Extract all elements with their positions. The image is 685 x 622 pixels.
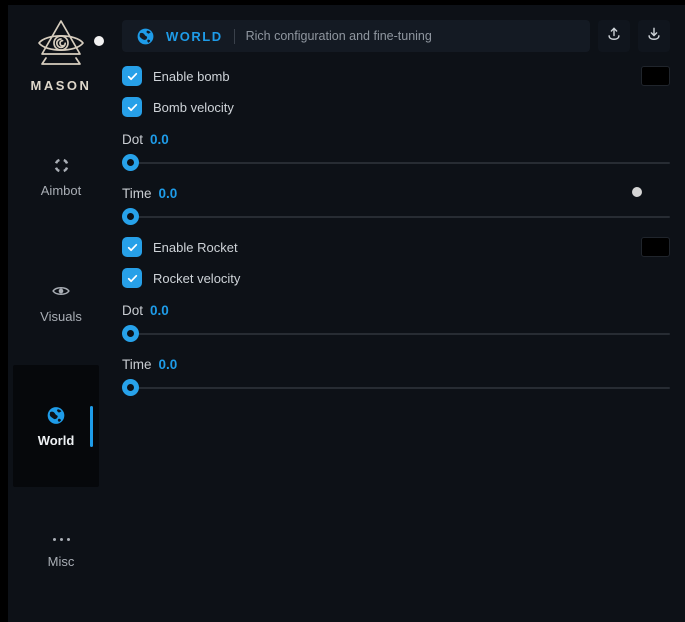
download-config-button[interactable] xyxy=(638,20,670,52)
rocket-dot-slider-group: Dot 0.0 xyxy=(122,302,670,342)
bomb-velocity-checkbox[interactable] xyxy=(122,97,142,117)
header-divider xyxy=(234,29,235,44)
bomb-time-slider[interactable] xyxy=(122,208,670,225)
enable-bomb-checkbox[interactable] xyxy=(122,66,142,86)
bomb-time-slider-group: Time 0.0 xyxy=(122,185,670,225)
main-content: WORLD Rich configuration and fine-tuning xyxy=(122,20,685,396)
slider-knob[interactable] xyxy=(122,154,139,171)
rocket-color-swatch[interactable] xyxy=(641,237,670,257)
page-header-bar: WORLD Rich configuration and fine-tuning xyxy=(122,20,590,52)
active-tab-indicator xyxy=(90,406,93,447)
enable-bomb-row: Enable bomb xyxy=(122,66,670,86)
globe-icon xyxy=(136,27,155,46)
rocket-time-label: Time xyxy=(122,357,152,372)
sidebar-item-label: Misc xyxy=(48,554,75,569)
page-subtitle: Rich configuration and fine-tuning xyxy=(246,29,432,43)
sidebar-item-label: Visuals xyxy=(40,309,82,324)
bomb-dot-value: 0.0 xyxy=(150,132,169,147)
enable-rocket-row: Enable Rocket xyxy=(122,237,670,257)
rocket-velocity-label: Rocket velocity xyxy=(153,271,240,286)
slider-track[interactable] xyxy=(122,387,670,389)
app-window: MASON Aimbot Visuals xyxy=(8,5,685,622)
slider-knob[interactable] xyxy=(122,379,139,396)
bomb-time-label: Time xyxy=(122,186,152,201)
rocket-dot-slider[interactable] xyxy=(122,325,670,342)
rocket-time-value: 0.0 xyxy=(159,357,178,372)
bomb-dot-slider[interactable] xyxy=(122,154,670,171)
bomb-time-value: 0.0 xyxy=(159,186,178,201)
enable-bomb-label: Enable bomb xyxy=(153,69,230,84)
upload-config-button[interactable] xyxy=(598,20,630,52)
download-icon xyxy=(645,25,663,48)
page-title: WORLD xyxy=(166,29,223,44)
slider-knob[interactable] xyxy=(122,325,139,342)
slider-track[interactable] xyxy=(122,162,670,164)
slider-track[interactable] xyxy=(122,333,670,335)
enable-rocket-label: Enable Rocket xyxy=(153,240,238,255)
rocket-velocity-checkbox[interactable] xyxy=(122,268,142,288)
crosshair-icon xyxy=(51,155,71,175)
sidebar-item-world-content: World xyxy=(13,405,99,448)
page-header: WORLD Rich configuration and fine-tuning xyxy=(122,20,670,52)
cursor-dot xyxy=(632,187,642,197)
brand-name: MASON xyxy=(8,78,114,93)
sidebar-item-label: Aimbot xyxy=(41,183,81,198)
rocket-time-slider-group: Time 0.0 xyxy=(122,356,670,396)
eye-icon xyxy=(51,281,71,301)
sidebar-item-aimbot[interactable]: Aimbot xyxy=(8,155,114,198)
sidebar-item-world-selected[interactable]: World xyxy=(13,365,99,487)
bomb-dot-slider-group: Dot 0.0 xyxy=(122,131,670,171)
ellipsis-icon xyxy=(51,532,71,546)
slider-track[interactable] xyxy=(122,216,670,218)
cursor-dot xyxy=(94,36,104,46)
bomb-velocity-label: Bomb velocity xyxy=(153,100,234,115)
bomb-color-swatch[interactable] xyxy=(641,66,670,86)
rocket-time-slider[interactable] xyxy=(122,379,670,396)
globe-icon xyxy=(46,405,66,425)
bomb-velocity-row: Bomb velocity xyxy=(122,97,670,117)
app-logo: MASON xyxy=(8,18,114,93)
upload-icon xyxy=(605,25,623,48)
sidebar: MASON Aimbot Visuals xyxy=(8,5,114,622)
sidebar-item-label: World xyxy=(38,433,75,448)
rocket-velocity-row: Rocket velocity xyxy=(122,268,670,288)
sidebar-item-visuals[interactable]: Visuals xyxy=(8,281,114,324)
enable-rocket-checkbox[interactable] xyxy=(122,237,142,257)
rocket-dot-label: Dot xyxy=(122,303,143,318)
sidebar-item-misc[interactable]: Misc xyxy=(8,532,114,569)
bomb-dot-label: Dot xyxy=(122,132,143,147)
mason-eye-pyramid-icon xyxy=(32,57,90,74)
rocket-dot-value: 0.0 xyxy=(150,303,169,318)
slider-knob[interactable] xyxy=(122,208,139,225)
